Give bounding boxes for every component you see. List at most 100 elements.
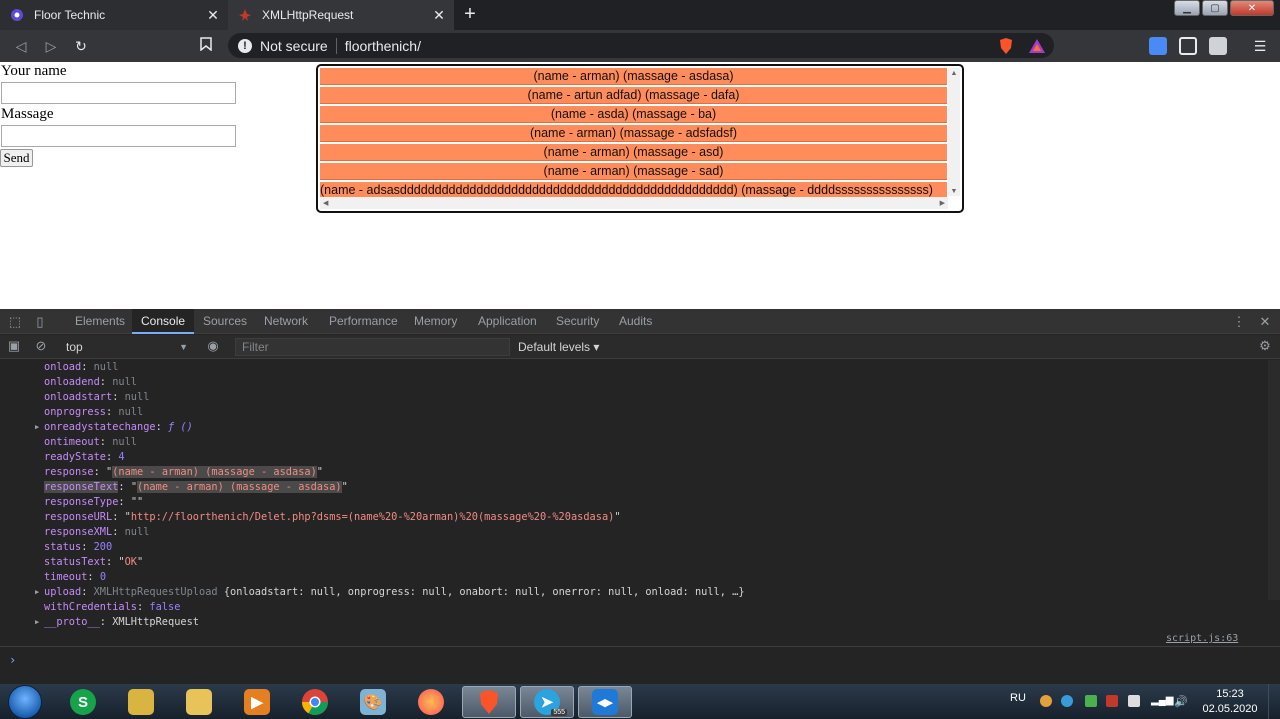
message-list-box[interactable]: (name - arman) (massage - asdasa) (name … <box>316 64 964 213</box>
menu-icon[interactable]: ☰ <box>1250 36 1270 56</box>
scroll-left-icon[interactable]: ◀ <box>323 199 328 207</box>
property-value: OK <box>124 556 138 568</box>
tab-performance[interactable]: Performance <box>320 309 407 334</box>
context-value: top <box>66 340 83 354</box>
clock[interactable]: 15:23 02.05.2020 <box>1200 687 1260 717</box>
taskbar-telegram[interactable]: ➤ 555 <box>520 686 574 718</box>
taskbar-skype[interactable]: S <box>56 686 110 718</box>
taskbar-explorer[interactable] <box>172 686 226 718</box>
window-close-icon[interactable]: ✕ <box>1230 0 1274 16</box>
message-list: (name - arman) (massage - asdasa) (name … <box>320 68 947 201</box>
back-icon[interactable]: ◁ <box>11 36 31 56</box>
bookmark-icon[interactable] <box>196 36 216 56</box>
scroll-down-icon[interactable]: ▼ <box>948 186 960 196</box>
send-button[interactable]: Send <box>0 149 33 167</box>
tab-elements[interactable]: Elements <box>66 309 134 334</box>
tab-audits[interactable]: Audits <box>610 309 661 334</box>
expand-triangle-icon[interactable]: ▶ <box>35 615 39 630</box>
tab-xmlhttprequest[interactable]: XMLHttpRequest ✕ <box>228 0 454 30</box>
taskbar-folder[interactable] <box>114 686 168 718</box>
battery-icon[interactable] <box>1128 695 1140 707</box>
taskbar-vscode[interactable]: ◂▸ <box>578 686 632 718</box>
chrome-icon <box>301 689 329 716</box>
console-settings-icon[interactable]: ⚙ <box>1257 338 1273 354</box>
close-devtools-icon[interactable]: ✕ <box>1257 314 1273 330</box>
console-prompt-line[interactable]: › <box>0 646 1280 684</box>
expand-triangle-icon[interactable]: ▶ <box>35 420 39 435</box>
tab-console[interactable]: Console <box>132 309 195 334</box>
console-property-row[interactable]: ▶ onreadystatechange: ƒ () <box>0 420 1270 435</box>
console-property-row: statusText: "OK" <box>44 556 144 568</box>
property-key: response <box>44 466 94 478</box>
window-controls: ▁ ▢ ✕ <box>1174 0 1274 18</box>
eye-icon[interactable]: ◉ <box>205 338 221 354</box>
message-input[interactable] <box>1 125 236 147</box>
sidebar-toggle-icon[interactable]: ▣ <box>6 338 22 354</box>
message-row: (name - arman) (massage - asd) <box>320 144 947 161</box>
taskbar-paint[interactable]: 🎨 <box>346 686 400 718</box>
action-center-icon[interactable] <box>1106 695 1118 707</box>
extension-icon[interactable] <box>1209 37 1227 55</box>
signal-icon[interactable]: ▂▄▆ <box>1151 695 1173 707</box>
volume-icon[interactable]: 🔊 <box>1174 695 1188 708</box>
console-scrollbar[interactable] <box>1268 360 1280 600</box>
name-input[interactable] <box>1 82 236 104</box>
property-value: null <box>93 361 119 373</box>
console-property-row[interactable]: ▶ upload: XMLHttpRequestUpload {onloadsta… <box>0 585 1270 600</box>
tab-security[interactable]: Security <box>547 309 608 334</box>
brave-rewards-icon[interactable] <box>1028 37 1046 55</box>
tab-close-icon[interactable]: ✕ <box>432 7 446 24</box>
default-levels-dropdown[interactable]: Default levels ▾ <box>518 338 599 356</box>
taskbar-media-player[interactable]: ▶ <box>230 686 284 718</box>
translate-extension-icon[interactable] <box>1149 37 1167 55</box>
console-property-row[interactable]: ▶ __proto__: XMLHttpRequest <box>0 615 1270 630</box>
console-property-row: response: "(name - arman) (massage - asd… <box>44 466 323 478</box>
flag-icon[interactable] <box>1085 695 1097 707</box>
tray-app-icon[interactable] <box>1040 695 1052 707</box>
message-row: (name - artun adfad) (massage - dafa) <box>320 87 947 104</box>
start-button[interactable] <box>8 685 42 719</box>
tab-network[interactable]: Network <box>255 309 317 334</box>
url-text[interactable]: floorthenich/ <box>345 38 1054 54</box>
tab-memory[interactable]: Memory <box>405 309 466 334</box>
security-status[interactable]: Not secure <box>260 38 328 54</box>
tab-close-icon[interactable]: ✕ <box>206 7 220 24</box>
show-desktop-button[interactable] <box>1268 684 1280 719</box>
expand-triangle-icon[interactable]: ▶ <box>35 585 39 600</box>
property-key: onloadend <box>44 376 100 388</box>
tab-sources[interactable]: Sources <box>194 309 256 334</box>
maximize-icon[interactable]: ▢ <box>1202 0 1228 16</box>
reload-icon[interactable]: ↻ <box>71 36 91 56</box>
language-indicator[interactable]: RU <box>1010 692 1026 704</box>
vertical-scrollbar[interactable]: ▲ ▼ <box>948 68 960 196</box>
tab-floor-technic[interactable]: Floor Technic ✕ <box>0 0 228 30</box>
scroll-right-icon[interactable]: ▶ <box>940 199 945 207</box>
device-toolbar-icon[interactable]: ▯ <box>32 314 48 330</box>
property-value: (name - arman) (massage - asdasa) <box>137 481 342 493</box>
filter-input[interactable] <box>235 338 510 356</box>
property-key: responseText <box>44 481 119 493</box>
taskbar-firefox[interactable] <box>404 686 458 718</box>
property-key: responseXML <box>44 526 113 538</box>
context-select[interactable]: top ▼ <box>60 338 190 356</box>
tray-network-app-icon[interactable] <box>1061 695 1073 707</box>
source-link[interactable]: script.js:63 <box>1166 633 1238 644</box>
info-icon[interactable]: ! <box>238 38 252 53</box>
new-tab-button[interactable]: + <box>458 3 482 27</box>
clear-console-icon[interactable]: ⊘ <box>33 338 49 354</box>
address-bar[interactable]: ! Not secure floorthenich/ <box>228 33 1054 58</box>
forward-icon[interactable]: ▷ <box>41 36 61 56</box>
horizontal-scrollbar[interactable]: ◀ ▶ <box>320 197 948 209</box>
tab-application[interactable]: Application <box>469 309 546 334</box>
brave-shields-icon[interactable] <box>997 37 1015 55</box>
scroll-up-icon[interactable]: ▲ <box>948 68 960 78</box>
inspect-element-icon[interactable]: ⬚ <box>7 314 23 330</box>
site-favicon-icon <box>10 8 24 22</box>
taskbar-chrome[interactable] <box>288 686 342 718</box>
reader-extension-icon[interactable] <box>1179 37 1197 55</box>
console-property-row: responseXML: null <box>44 526 150 538</box>
minimize-icon[interactable]: ▁ <box>1174 0 1200 16</box>
vscode-icon: ◂▸ <box>592 689 618 715</box>
taskbar-brave[interactable] <box>462 686 516 718</box>
more-options-icon[interactable]: ⋮ <box>1231 314 1247 330</box>
